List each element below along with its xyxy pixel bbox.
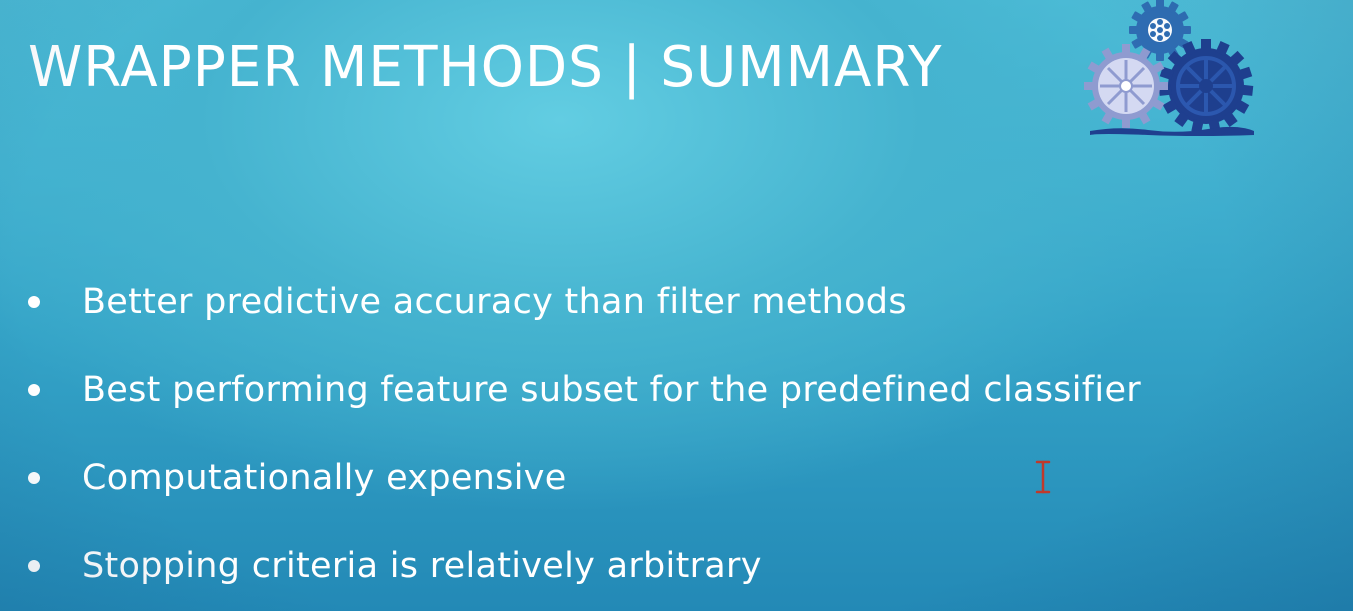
bullet-point <box>28 560 40 572</box>
text-cursor-icon <box>1035 460 1051 494</box>
list-item: Computationally expensive <box>22 434 1141 522</box>
bullet-point <box>28 296 40 308</box>
presentation-slide: WRAPPER METHODS | SUMMARY Better predict… <box>0 0 1353 611</box>
bullet-point <box>28 384 40 396</box>
bullet-point <box>28 472 40 484</box>
bullet-text: Stopping criteria is relatively arbitrar… <box>82 546 762 586</box>
bullet-text: Better predictive accuracy than filter m… <box>82 282 907 322</box>
bullet-list: Better predictive accuracy than filter m… <box>22 258 1141 610</box>
bullet-text: Computationally expensive <box>82 458 567 498</box>
list-item: Best performing feature subset for the p… <box>22 346 1141 434</box>
bullet-text: Best performing feature subset for the p… <box>82 370 1141 410</box>
list-item: Better predictive accuracy than filter m… <box>22 258 1141 346</box>
list-item: Stopping criteria is relatively arbitrar… <box>22 522 1141 610</box>
gears-icon <box>1084 0 1254 136</box>
slide-title: WRAPPER METHODS | SUMMARY <box>28 35 943 100</box>
